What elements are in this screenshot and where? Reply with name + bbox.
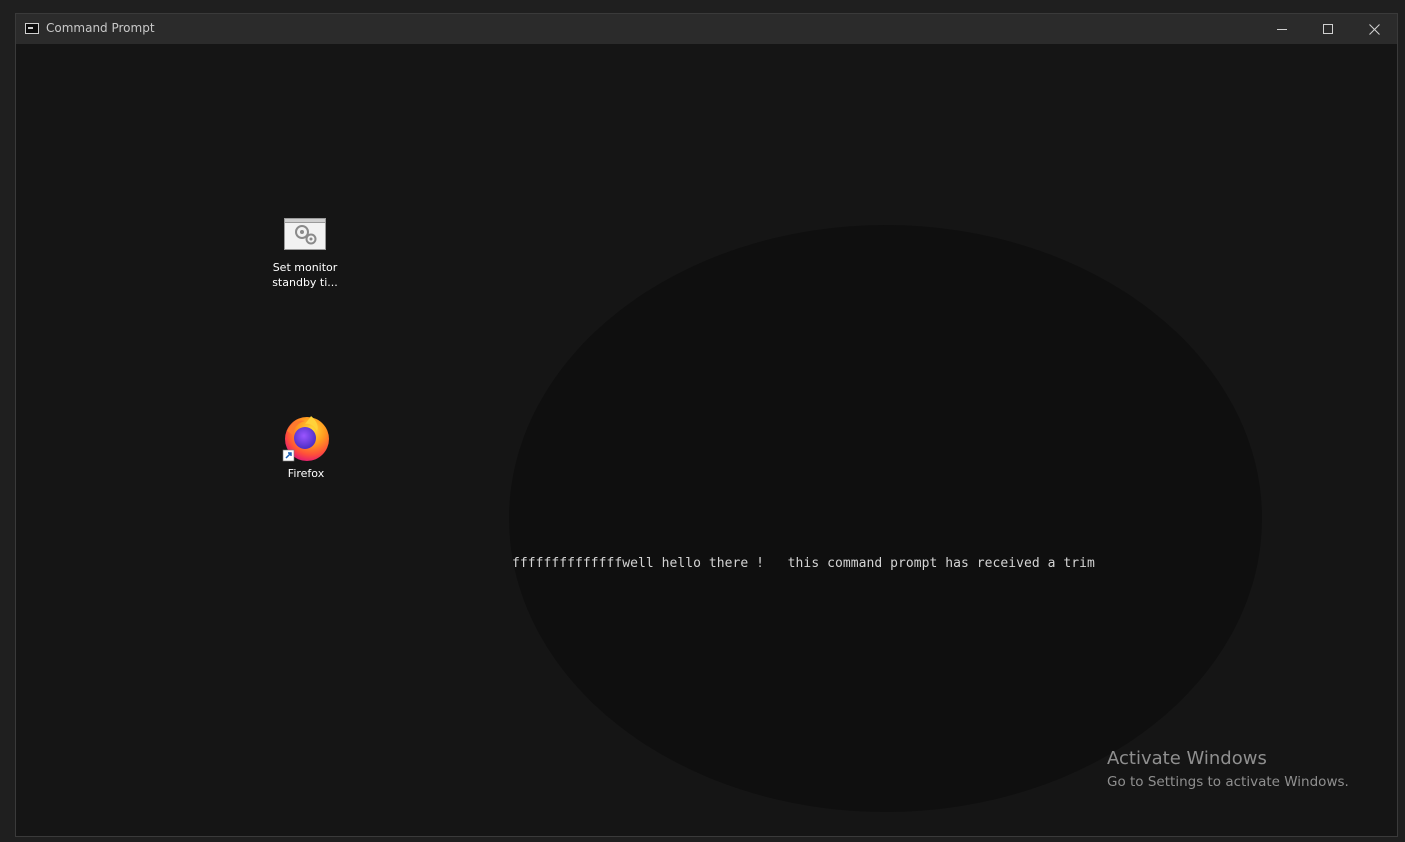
desktop-icon-set-monitor-standby[interactable]: Set monitor standby ti... (260, 218, 350, 290)
window-title: Command Prompt (46, 21, 155, 35)
activate-windows-subtitle: Go to Settings to activate Windows. (1107, 774, 1349, 790)
cmd-icon (25, 23, 39, 34)
desktop-icon-label-line2: standby ti... (272, 276, 338, 289)
maximize-button[interactable] (1305, 14, 1351, 44)
minimize-icon (1277, 29, 1287, 30)
minimize-button[interactable] (1259, 14, 1305, 44)
title-bar[interactable]: Command Prompt (16, 14, 1397, 44)
desktop-icon-firefox[interactable]: Firefox (261, 413, 351, 481)
dark-ellipse-shape (509, 225, 1262, 812)
desktop-icon-label: Firefox (287, 467, 325, 480)
maximize-icon (1323, 24, 1333, 34)
console-output-line: ffffffffffffffwell hello there ! this co… (512, 556, 1095, 571)
close-button[interactable] (1351, 14, 1397, 44)
settings-shortcut-icon (284, 218, 326, 250)
desktop-icon-label-line1: Set monitor (272, 261, 338, 274)
console-area[interactable]: Set monitor standby ti... Firefox ffffff… (16, 44, 1397, 836)
command-prompt-window: Command Prompt Set monitor standby ti...… (15, 13, 1398, 837)
activate-windows-title: Activate Windows (1107, 748, 1267, 769)
close-icon (1368, 23, 1380, 35)
activate-windows-watermark: Activate Windows Go to Settings to activ… (1107, 747, 1349, 793)
firefox-icon (281, 413, 331, 463)
